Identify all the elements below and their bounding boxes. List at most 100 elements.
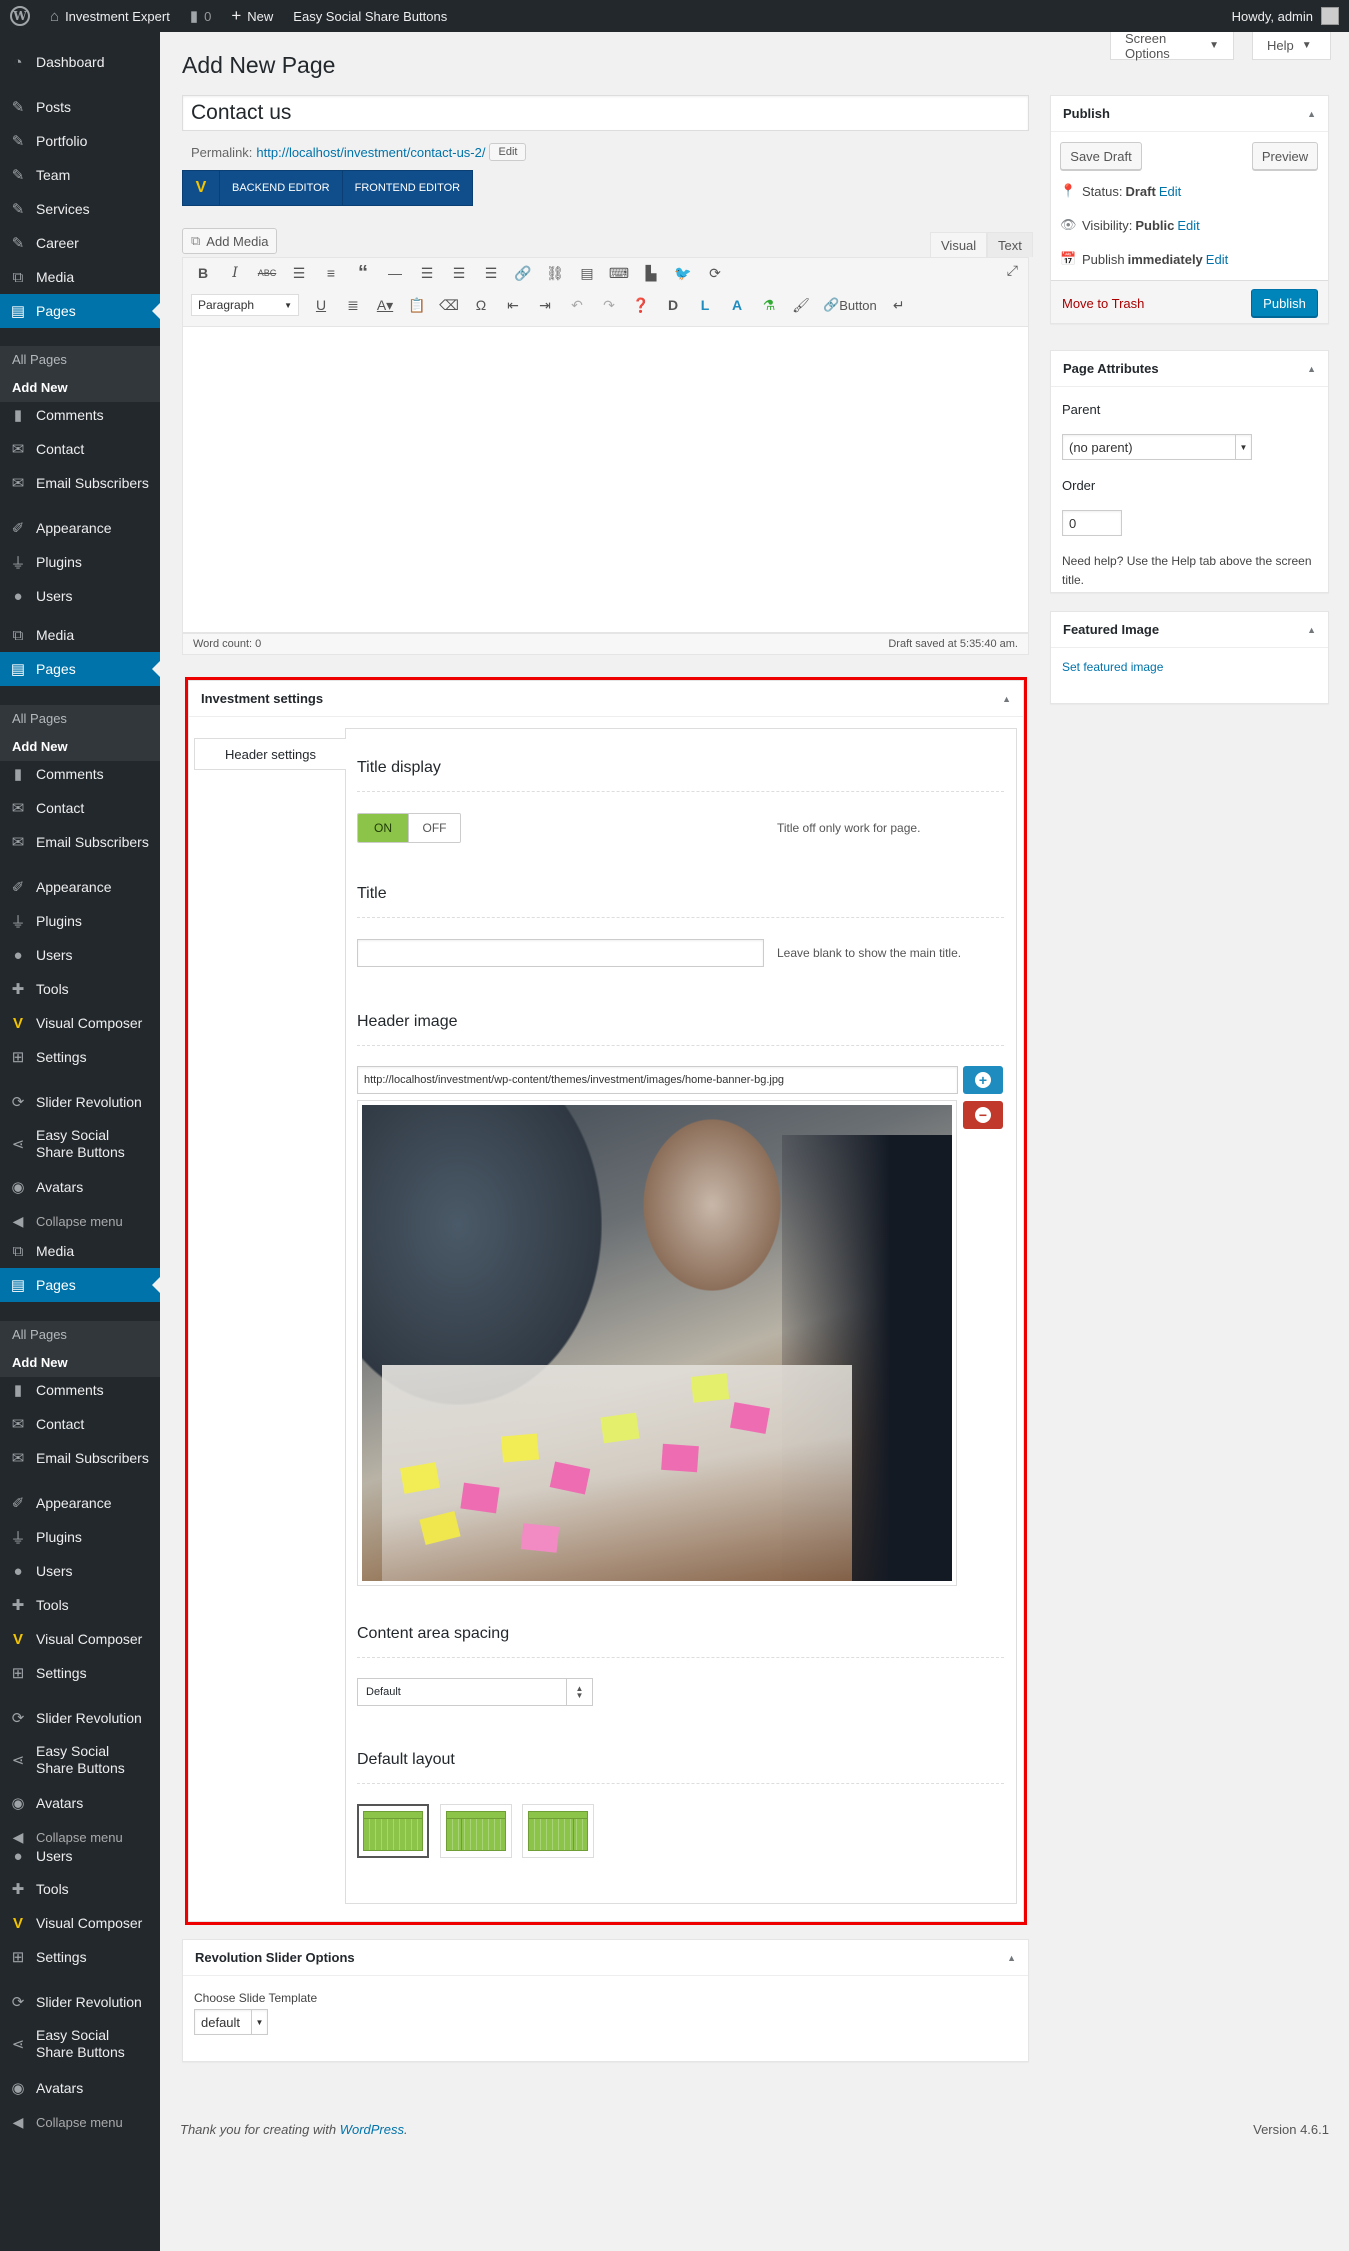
sidebar-item-settings[interactable]: ⊞ Settings <box>0 1940 160 1974</box>
italic-icon[interactable]: I <box>219 259 251 287</box>
sidebar-item-visual-composer[interactable]: V Visual Composer <box>0 1006 160 1040</box>
my-account-link[interactable]: Howdy, admin <box>1222 0 1349 32</box>
special-character-icon[interactable]: Ω <box>465 291 497 319</box>
underline-icon[interactable]: U <box>305 291 337 319</box>
toggle-on-option[interactable]: ON <box>358 814 409 842</box>
permalink-link[interactable]: http://localhost/investment/contact-us-2… <box>256 145 485 160</box>
sidebar-item-plugins[interactable]: ⏚ Plugins <box>0 904 160 938</box>
sidebar-item-appearance[interactable]: ✐ Appearance <box>0 870 160 904</box>
help-icon[interactable]: ❓ <box>625 291 657 319</box>
sidebar-item-avatars[interactable]: ◉ Avatars <box>0 2071 160 2105</box>
read-more-icon[interactable]: ▤ <box>571 259 603 287</box>
save-draft-button[interactable]: Save Draft <box>1060 142 1142 170</box>
sidebar-item-settings[interactable]: ⊞ Settings <box>0 1656 160 1690</box>
sidebar-item-settings[interactable]: ⊞ Settings <box>0 1040 160 1074</box>
submenu-all-pages[interactable]: All Pages <box>0 346 160 374</box>
justify-icon[interactable]: ≣ <box>337 291 369 319</box>
paste-text-icon[interactable]: 📋 <box>401 291 433 319</box>
font-icon[interactable]: A <box>721 291 753 319</box>
help-button[interactable]: Help ▼ <box>1252 32 1331 60</box>
fullscreen-icon[interactable]: ⤢ <box>1007 262 1018 279</box>
parent-select[interactable]: (no parent) ▼ <box>1062 434 1252 460</box>
frontend-editor-button[interactable]: FRONTEND EDITOR <box>341 170 473 206</box>
sidebar-item-comments[interactable]: ▮ Comments <box>0 757 160 791</box>
sidebar-item-email-subscribers[interactable]: ✉ Email Subscribers <box>0 825 160 859</box>
sidebar-item-collapse-menu[interactable]: ◀ Collapse menu <box>0 1204 160 1238</box>
page-attributes-header[interactable]: Page Attributes ▲ <box>1051 351 1328 387</box>
sidebar-item-visual-composer[interactable]: V Visual Composer <box>0 1622 160 1656</box>
align-center-icon[interactable]: ☰ <box>443 259 475 287</box>
sidebar-item-users[interactable]: ● Users <box>0 938 160 972</box>
sidebar-item-email-subscribers[interactable]: ✉ Email Subscribers <box>0 466 160 500</box>
brush-icon[interactable]: 🖌 <box>785 291 817 319</box>
layout-left-sidebar-option[interactable] <box>440 1804 512 1858</box>
sidebar-item-plugins[interactable]: ⏚ Plugins <box>0 545 160 579</box>
screen-options-button[interactable]: Screen Options ▼ <box>1110 31 1234 61</box>
format-select[interactable]: Paragraph ▼ <box>191 294 299 316</box>
add-media-button[interactable]: ⧉ Add Media <box>182 228 278 254</box>
sidebar-item-plugins[interactable]: ⏚ Plugins <box>0 1520 160 1554</box>
wp-logo-menu[interactable]: W <box>0 0 40 32</box>
sidebar-item-easy-social-share-buttons[interactable]: ⋖ Easy Social Share Buttons <box>0 1121 160 1167</box>
slide-template-select[interactable]: default ▼ <box>194 2009 268 2035</box>
sidebar-item-contact[interactable]: ✉ Contact <box>0 432 160 466</box>
sidebar-item-email-subscribers[interactable]: ✉ Email Subscribers <box>0 1441 160 1475</box>
redo-icon[interactable]: ↷ <box>593 291 625 319</box>
sidebar-item-collapse-menu[interactable]: ◀ Collapse menu <box>0 2105 160 2139</box>
blockquote-icon[interactable]: “ <box>347 259 379 287</box>
unlink-icon[interactable]: ⛓ <box>539 259 571 287</box>
title-display-toggle[interactable]: ON OFF <box>357 813 461 843</box>
sidebar-item-users[interactable]: ● Users <box>0 1839 160 1873</box>
refresh-icon[interactable]: ⟳ <box>699 259 731 287</box>
numbered-list-icon[interactable]: ≡ <box>315 259 347 287</box>
sidebar-item-career[interactable]: ✎ Career <box>0 226 160 260</box>
submenu-all-pages[interactable]: All Pages <box>0 1321 160 1349</box>
schedule-edit-link[interactable]: Edit <box>1206 252 1228 267</box>
sidebar-item-avatars[interactable]: ◉ Avatars <box>0 1170 160 1204</box>
publish-header[interactable]: Publish ▲ <box>1051 96 1328 132</box>
sidebar-item-services[interactable]: ✎ Services <box>0 192 160 226</box>
sidebar-item-users[interactable]: ● Users <box>0 579 160 613</box>
comments-link[interactable]: ▮ 0 <box>180 0 222 32</box>
add-image-button[interactable]: + <box>963 1066 1003 1094</box>
permalink-edit-button[interactable]: Edit <box>489 143 527 161</box>
sidebar-item-media[interactable]: ⧉ Media <box>0 1234 160 1268</box>
preview-button[interactable]: Preview <box>1252 142 1318 170</box>
sidebar-item-media[interactable]: ⧉ Media <box>0 260 160 294</box>
sidebar-item-portfolio[interactable]: ✎ Portfolio <box>0 124 160 158</box>
undo-icon[interactable]: ↶ <box>561 291 593 319</box>
sidebar-item-comments[interactable]: ▮ Comments <box>0 398 160 432</box>
toolbar-toggle-icon[interactable]: ▙ <box>635 259 667 287</box>
return-icon[interactable]: ↵ <box>883 291 915 319</box>
sidebar-item-users[interactable]: ● Users <box>0 1554 160 1588</box>
sidebar-item-pages[interactable]: ▤ Pages <box>0 1268 160 1302</box>
strikethrough-icon[interactable]: ABC <box>251 259 283 287</box>
sidebar-item-tools[interactable]: ✚ Tools <box>0 1588 160 1622</box>
sidebar-item-comments[interactable]: ▮ Comments <box>0 1373 160 1407</box>
sidebar-item-tools[interactable]: ✚ Tools <box>0 972 160 1006</box>
post-title-input[interactable]: Contact us <box>182 95 1029 131</box>
bold-icon[interactable]: B <box>187 259 219 287</box>
remove-image-button[interactable]: − <box>963 1101 1003 1129</box>
status-edit-link[interactable]: Edit <box>1159 184 1181 199</box>
layout-right-sidebar-option[interactable] <box>522 1804 594 1858</box>
sidebar-item-visual-composer[interactable]: V Visual Composer <box>0 1906 160 1940</box>
set-featured-image-link[interactable]: Set featured image <box>1062 660 1163 674</box>
twitter-icon[interactable]: 🐦 <box>667 259 699 287</box>
align-left-icon[interactable]: ☰ <box>411 259 443 287</box>
text-color-icon[interactable]: A▾ <box>369 291 401 319</box>
sidebar-item-slider-revolution[interactable]: ⟳ Slider Revolution <box>0 1701 160 1735</box>
tab-visual[interactable]: Visual <box>930 232 988 257</box>
sidebar-item-posts[interactable]: ✎ Posts <box>0 90 160 124</box>
move-to-trash-link[interactable]: Move to Trash <box>1062 296 1144 311</box>
sidebar-item-slider-revolution[interactable]: ⟳ Slider Revolution <box>0 1985 160 2019</box>
order-input[interactable]: 0 <box>1062 510 1122 536</box>
bullet-list-icon[interactable]: ☰ <box>283 259 315 287</box>
wordpress-link[interactable]: WordPress <box>340 2122 404 2137</box>
sidebar-item-contact[interactable]: ✉ Contact <box>0 791 160 825</box>
new-content-link[interactable]: + New <box>221 0 283 32</box>
toggle-off-option[interactable]: OFF <box>409 814 460 842</box>
easy-social-share-link[interactable]: Easy Social Share Buttons <box>283 0 457 32</box>
custom-title-input[interactable] <box>357 939 764 967</box>
sidebar-item-appearance[interactable]: ✐ Appearance <box>0 1486 160 1520</box>
